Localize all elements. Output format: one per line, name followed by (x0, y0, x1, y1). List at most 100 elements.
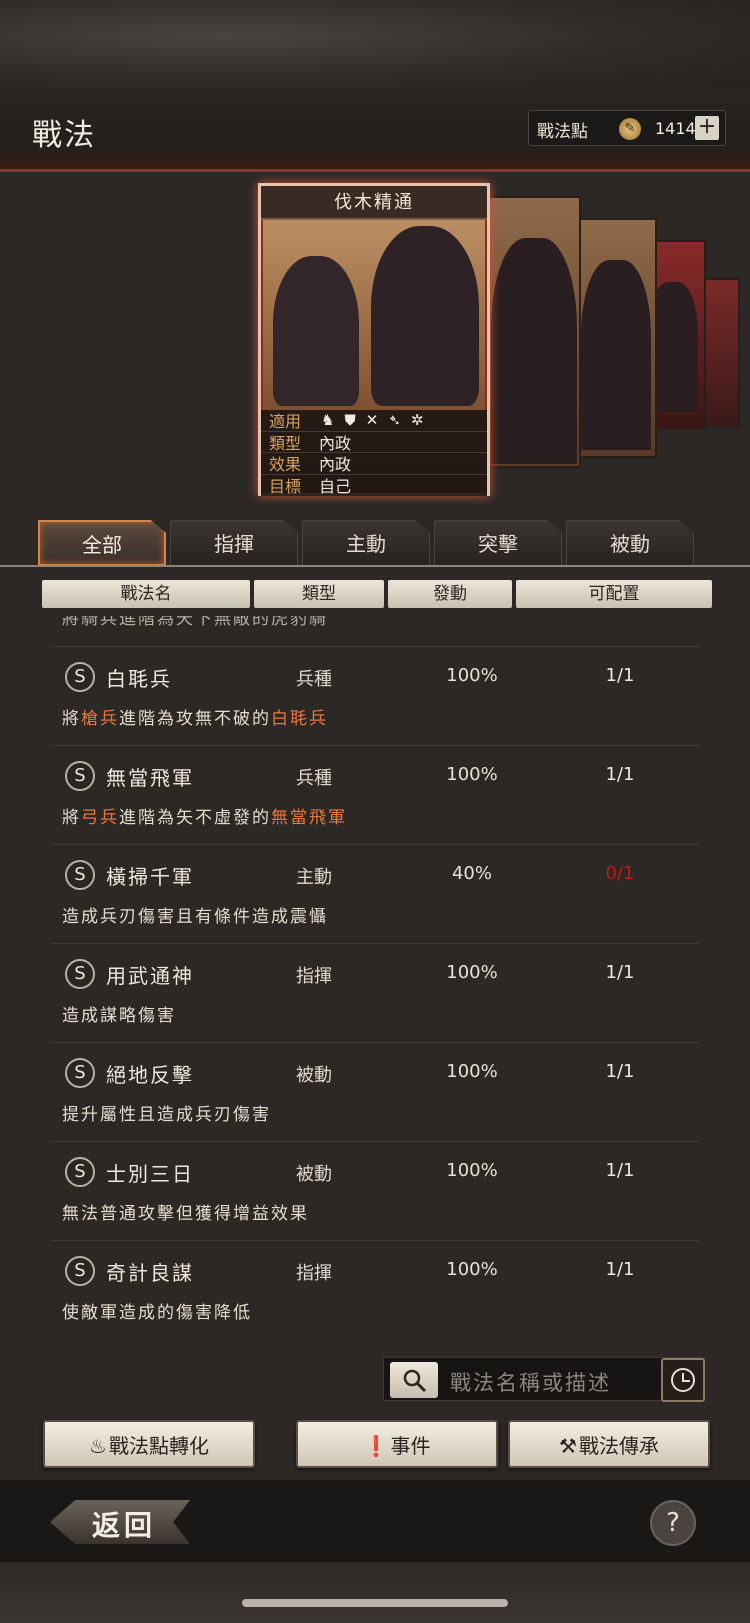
history-button[interactable] (661, 1358, 705, 1402)
skill-row[interactable]: S 奇計良謀 指揮 100% 1/1 使敵軍造成的傷害降低 (50, 1240, 700, 1332)
column-header-name[interactable]: 戰法名 (42, 580, 250, 608)
skill-type: 兵種 (296, 768, 332, 789)
card-info-key: 目標 (269, 477, 302, 497)
card-info-row: 類型 內政 (261, 432, 487, 453)
skill-slots: 1/1 (605, 1061, 635, 1082)
back-button[interactable]: 返回 (50, 1500, 190, 1544)
partial-row-description: 將騎兵進階為天下無敵的虎豹騎 (62, 616, 328, 629)
events-button[interactable]: ❗ 事件 (296, 1420, 498, 1468)
skill-description: 提升屬性且造成兵刃傷害 (62, 1100, 271, 1125)
skill-slots: 0/1 (605, 863, 635, 884)
side-card[interactable] (575, 218, 657, 458)
skill-name: 白毦兵 (106, 667, 172, 691)
selected-skill-card[interactable]: 伐木精通 適用 ♞ ⛊ ✕ ➴ ✲ 類型 內政 效果 內政 目標 自己 (258, 183, 490, 496)
description-text: 無法普通攻擊但獲得增益效果 (62, 1204, 309, 1224)
description-text: 提升屬性且造成兵刃傷害 (62, 1105, 271, 1125)
skill-row[interactable]: S 用武通神 指揮 100% 1/1 造成謀略傷害 (50, 943, 700, 1035)
help-button[interactable]: ? (650, 1500, 696, 1546)
tab-passive[interactable]: 被動 (566, 520, 694, 566)
skill-list[interactable]: 將騎兵進階為天下無敵的虎豹騎 S 白毦兵 兵種 100% 1/1 將槍兵進階為攻無不破的白… (0, 616, 750, 1338)
grade-badge: S (65, 860, 95, 890)
skill-slots: 1/1 (605, 764, 635, 785)
shield-icon: ⛊ (344, 411, 356, 430)
skill-rate: 100% (446, 764, 498, 785)
card-info-row: 目標 自己 (261, 475, 487, 497)
card-title: 伐木精通 (261, 186, 487, 220)
grade-badge: S (65, 662, 95, 692)
skill-slots: 1/1 (605, 665, 635, 686)
convert-points-button[interactable]: ♨ 戰法點轉化 (43, 1420, 255, 1468)
card-info-key: 類型 (269, 433, 302, 453)
skill-type: 指揮 (296, 1263, 332, 1284)
column-header-rate[interactable]: 發動 (388, 580, 512, 608)
hammer-icon: ⚒ (559, 1434, 577, 1458)
skill-type: 兵種 (296, 669, 332, 690)
highlight-text: 弓兵 (81, 808, 119, 828)
description-text: 將 (62, 709, 81, 729)
card-info-row: 適用 ♞ ⛊ ✕ ➴ ✲ (261, 410, 487, 432)
skill-rate: 100% (446, 962, 498, 983)
card-info-value: 內政 (319, 433, 352, 453)
tab-assault[interactable]: 突擊 (434, 520, 562, 566)
skill-row[interactable]: S 白毦兵 兵種 100% 1/1 將槍兵進階為攻無不破的白毦兵 (50, 646, 700, 738)
skill-description: 使敵軍造成的傷害降低 (62, 1298, 252, 1323)
tab-active[interactable]: 主動 (302, 520, 430, 566)
horse-icon: ♞ (321, 411, 335, 430)
bottom-decoration (0, 1562, 750, 1623)
bow-icon: ✕ (365, 411, 379, 430)
skill-slots: 1/1 (605, 962, 635, 983)
tab-command[interactable]: 指揮 (170, 520, 298, 566)
home-indicator[interactable] (242, 1599, 508, 1607)
skill-type: 被動 (296, 1065, 332, 1086)
grade-badge: S (65, 761, 95, 791)
wheel-icon: ✲ (410, 411, 424, 430)
grade-badge: S (65, 1157, 95, 1187)
add-points-button[interactable]: + (695, 116, 719, 140)
description-text: 造成謀略傷害 (62, 1006, 176, 1026)
skill-card-carousel[interactable]: 伐木精通 適用 ♞ ⛊ ✕ ➴ ✲ 類型 內政 效果 內政 目標 自己 (0, 172, 750, 502)
skill-name: 絕地反擊 (106, 1063, 194, 1087)
skill-row[interactable]: S 士別三日 被動 100% 1/1 無法普通攻擊但獲得增益效果 (50, 1141, 700, 1233)
card-info: 適用 ♞ ⛊ ✕ ➴ ✲ 類型 內政 效果 內政 目標 自己 (261, 410, 487, 496)
grade-badge: S (65, 959, 95, 989)
skill-description: 無法普通攻擊但獲得增益效果 (62, 1199, 309, 1224)
description-text: 使敵軍造成的傷害降低 (62, 1303, 252, 1323)
skill-row[interactable]: S 無當飛軍 兵種 100% 1/1 將弓兵進階為矢不虛發的無當飛軍 (50, 745, 700, 837)
description-text: 造成兵刃傷害且有條件造成震懾 (62, 907, 328, 927)
inherit-button[interactable]: ⚒ 戰法傳承 (508, 1420, 710, 1468)
skill-description: 造成謀略傷害 (62, 1001, 176, 1026)
skill-points-box: 戰法點 ✎ 14145 + (528, 110, 726, 146)
search-button[interactable] (390, 1362, 438, 1398)
skill-type: 主動 (296, 867, 332, 888)
flame-icon: ♨ (89, 1434, 107, 1458)
skill-row[interactable]: S 橫掃千軍 主動 40% 0/1 造成兵刃傷害且有條件造成震懾 (50, 844, 700, 936)
category-tabs: 全部 指揮 主動 突擊 被動 (38, 520, 728, 566)
skill-name: 橫掃千軍 (106, 865, 194, 889)
column-header-slots[interactable]: 可配置 (516, 580, 712, 608)
skill-description: 將弓兵進階為矢不虛發的無當飛軍 (62, 803, 347, 828)
tab-all[interactable]: 全部 (38, 520, 166, 566)
column-header-type[interactable]: 類型 (254, 580, 384, 608)
skill-description: 將槍兵進階為攻無不破的白毦兵 (62, 704, 328, 729)
divider (0, 565, 750, 567)
side-card[interactable] (485, 196, 581, 468)
events-label: 事件 (390, 1434, 431, 1458)
skill-row[interactable]: S 絕地反擊 被動 100% 1/1 提升屬性且造成兵刃傷害 (50, 1042, 700, 1134)
back-label: 返回 (92, 1509, 157, 1542)
skill-slots: 1/1 (605, 1160, 635, 1181)
highlight-text: 槍兵 (81, 709, 119, 729)
skill-rate: 40% (451, 863, 492, 884)
skill-rate: 100% (446, 1061, 498, 1082)
inherit-label: 戰法傳承 (578, 1434, 659, 1458)
spear-icon: ➴ (388, 411, 401, 430)
bottom-bar: 返回 ? (0, 1480, 750, 1562)
search-input[interactable]: 戰法名稱或描述 (450, 1367, 611, 1397)
page-title: 戰法 (32, 118, 96, 153)
clock-icon (671, 1368, 695, 1392)
top-decoration (0, 0, 750, 90)
card-info-row: 效果 內政 (261, 453, 487, 475)
grade-badge: S (65, 1058, 95, 1088)
skill-type: 被動 (296, 1164, 332, 1185)
skill-point-coin-icon: ✎ (619, 118, 641, 140)
search-box[interactable]: 戰法名稱或描述 (383, 1357, 705, 1401)
